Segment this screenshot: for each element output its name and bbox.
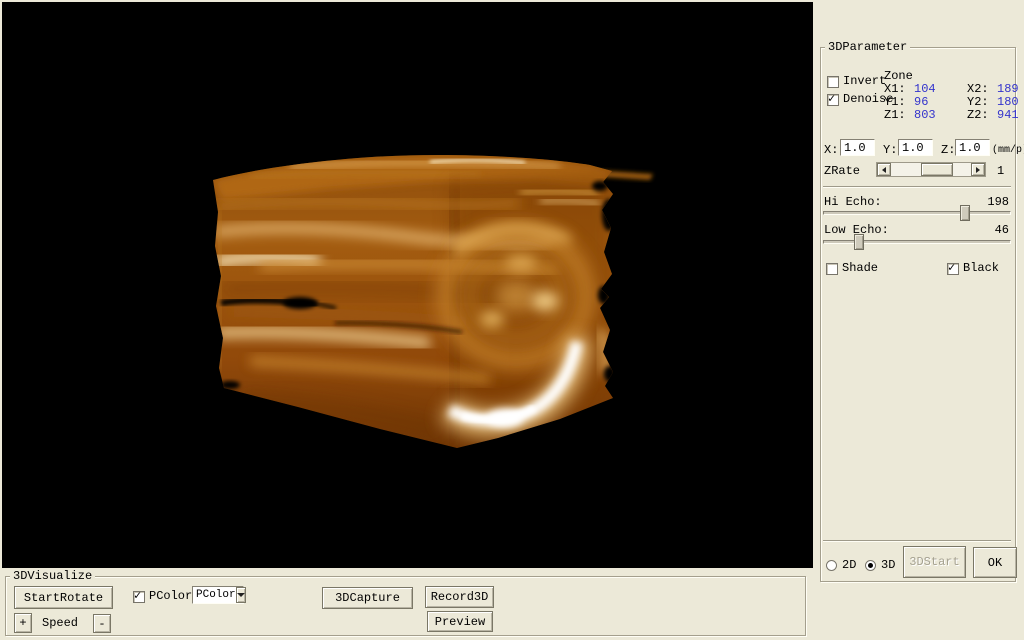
separator-line: [823, 540, 1011, 542]
scale-unit-label: (mm/p): [992, 144, 1024, 157]
parameter-panel: 3DParameter Invert Denoise Zone X1: 104 …: [813, 0, 1024, 640]
separator-line: [823, 186, 1011, 188]
volume-render-3d: [2, 2, 813, 568]
black-label: Black: [963, 262, 999, 275]
visualize-panel: 3DVisualize StartRotate + Speed - PColor…: [0, 568, 813, 640]
pcolor-label: PColor: [149, 590, 192, 603]
pcolor-combo-dropdown-button[interactable]: [236, 587, 246, 603]
zrate-scrollbar[interactable]: [876, 162, 986, 177]
hi-echo-slider-thumb[interactable]: [960, 205, 970, 221]
scale-z-input[interactable]: [955, 139, 990, 156]
arrow-left-icon: [879, 167, 886, 173]
invert-checkbox[interactable]: [827, 76, 839, 88]
zone-z2-label: Z2:: [967, 109, 989, 122]
scale-z-label: Z:: [941, 144, 955, 157]
speed-minus-button[interactable]: -: [93, 614, 111, 633]
zrate-label: ZRate: [824, 165, 860, 178]
low-echo-slider-track[interactable]: [823, 240, 1011, 244]
low-echo-value: 46: [979, 224, 1009, 237]
pcolor-combobox[interactable]: PColor: [192, 586, 244, 604]
hi-echo-label: Hi Echo:: [824, 196, 882, 209]
mode-3d-radio[interactable]: [865, 560, 876, 571]
zone-z1-label: Z1:: [884, 109, 906, 122]
speed-label: Speed: [42, 617, 78, 630]
invert-label: Invert: [843, 75, 886, 88]
start-3d-button[interactable]: 3DStart: [903, 546, 966, 578]
scale-y-input[interactable]: [898, 139, 933, 156]
scale-x-label: X:: [824, 144, 838, 157]
parameter-groupbox: 3DParameter Invert Denoise Zone X1: 104 …: [820, 47, 1016, 582]
visualize-group-title: 3DVisualize: [10, 569, 95, 583]
speed-plus-button[interactable]: +: [14, 613, 32, 633]
zone-z2-value: 941: [997, 109, 1019, 122]
pcolor-checkbox[interactable]: [133, 591, 145, 603]
scale-x-input[interactable]: [840, 139, 875, 156]
start-rotate-button[interactable]: StartRotate: [14, 586, 113, 609]
visualize-groupbox: 3DVisualize StartRotate + Speed - PColor…: [5, 576, 806, 636]
mode-2d-radio[interactable]: [826, 560, 837, 571]
shade-checkbox[interactable]: [826, 263, 838, 275]
render-viewport[interactable]: [0, 0, 813, 568]
scale-y-label: Y:: [883, 144, 897, 157]
capture-3d-button[interactable]: 3DCapture: [322, 587, 413, 609]
zrate-value: 1: [997, 165, 1004, 178]
black-checkbox[interactable]: [947, 263, 959, 275]
hi-echo-value: 198: [979, 196, 1009, 209]
zrate-scroll-right-button[interactable]: [971, 163, 985, 176]
denoise-checkbox[interactable]: [827, 94, 839, 106]
arrow-right-icon: [976, 167, 983, 173]
parameter-group-title: 3DParameter: [825, 40, 910, 54]
preview-button[interactable]: Preview: [427, 611, 493, 632]
chevron-down-icon: [237, 593, 245, 601]
zrate-scroll-thumb[interactable]: [921, 163, 953, 176]
mode-2d-label: 2D: [842, 559, 856, 572]
viewport-background: [2, 2, 813, 568]
hi-echo-slider-track[interactable]: [823, 211, 1011, 215]
zone-z1-value: 803: [914, 109, 936, 122]
record-3d-button[interactable]: Record3D: [425, 586, 494, 608]
zrate-scroll-left-button[interactable]: [877, 163, 891, 176]
mode-3d-label: 3D: [881, 559, 895, 572]
ok-button[interactable]: OK: [973, 547, 1017, 578]
pcolor-combo-value: PColor: [196, 589, 236, 601]
low-echo-slider-thumb[interactable]: [854, 234, 864, 250]
shade-label: Shade: [842, 262, 878, 275]
